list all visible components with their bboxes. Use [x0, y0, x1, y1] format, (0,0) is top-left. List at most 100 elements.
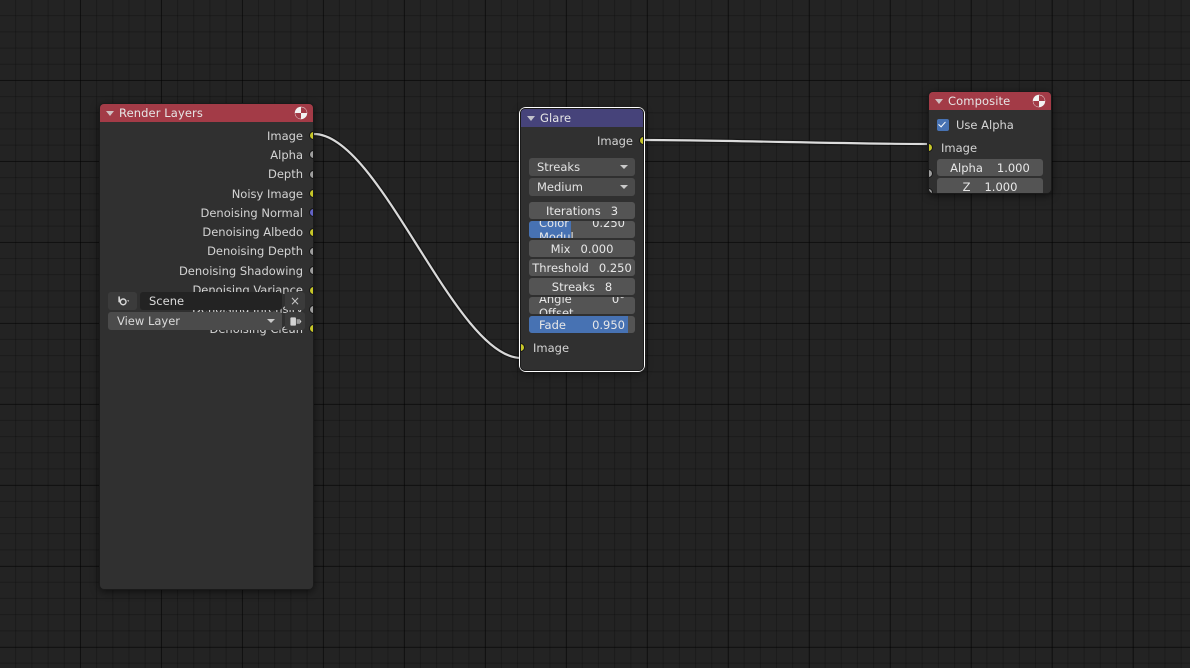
quality-dropdown[interactable]: Medium — [529, 178, 635, 197]
dropdown-value: Medium — [537, 180, 583, 195]
slider-name: Iterations — [545, 203, 601, 218]
slider-name: Fade — [539, 317, 566, 332]
collapse-triangle-icon[interactable] — [106, 110, 114, 116]
node-glare-body: Image Streaks Medium Iterations 3 Color Mod… — [521, 127, 643, 358]
slider-labels: Fade 0.950 — [529, 318, 635, 332]
socket-label: Denoising Albedo — [202, 225, 303, 240]
node-composite-body: Use Alpha Image Alpha 1.000 Z 1.000 — [929, 110, 1051, 194]
slider-labels: Color Modul 0.250 — [529, 221, 635, 238]
slider-threshold[interactable]: Threshold 0.250 — [529, 259, 635, 277]
glare-property-list: Iterations 3 Color Modul 0.250 Mix 0.000 Thres… — [521, 202, 643, 334]
socket-denoising-intensity[interactable] — [309, 304, 313, 314]
node-render-layers-header[interactable]: Render Layers — [100, 104, 313, 122]
glare-output-list: Image — [521, 131, 643, 150]
socket-denoising-shadowing[interactable] — [309, 266, 313, 276]
output-socket-row: Denoising Albedo — [100, 222, 313, 241]
socket-composite-image-in[interactable] — [929, 143, 933, 152]
use-alpha-checkbox[interactable] — [937, 119, 949, 131]
slider-labels: Streaks 8 — [529, 280, 635, 294]
socket-label: Denoising Depth — [207, 244, 303, 259]
node-glare-title: Glare — [540, 111, 572, 125]
slider-value: 0.250 — [592, 221, 625, 230]
socket-composite-z-in[interactable] — [929, 188, 933, 193]
slider-value: 0.250 — [598, 260, 632, 275]
glare-dropdown-list: Streaks Medium — [521, 158, 643, 197]
output-socket-row: Depth — [100, 165, 313, 184]
socket-denoising-variance[interactable] — [309, 285, 313, 295]
node-glare-header[interactable]: Glare — [521, 109, 643, 127]
input-value-row: Alpha 1.000 — [929, 159, 1051, 178]
field-value: 1.000 — [996, 160, 1030, 175]
socket-image[interactable] — [309, 131, 313, 141]
close-icon: × — [289, 294, 301, 309]
node-composite-header[interactable]: Composite — [929, 92, 1051, 110]
input-socket-row: Image — [521, 338, 643, 357]
socket-label: Image — [596, 133, 633, 148]
field-z[interactable]: Z 1.000 — [937, 178, 1043, 194]
node-editor-canvas[interactable]: Render Layers Image Alpha Depth Noisy Image… — [0, 0, 1190, 668]
output-socket-row: Noisy Image — [100, 184, 313, 203]
slider-angle-offset[interactable]: Angle Offset 0° — [529, 297, 635, 315]
socket-denoising-clean[interactable] — [309, 324, 313, 334]
slider-value: 0.950 — [592, 317, 625, 332]
slider-streaks[interactable]: Streaks 8 — [529, 278, 635, 296]
collapse-triangle-icon[interactable] — [935, 98, 943, 104]
socket-alpha[interactable] — [309, 150, 313, 160]
field-labels: Alpha 1.000 — [937, 161, 1043, 175]
socket-denoising-albedo[interactable] — [309, 227, 313, 237]
use-alpha-row[interactable]: Use Alpha — [937, 116, 1043, 134]
socket-denoising-normal[interactable] — [309, 208, 313, 218]
slider-labels: Iterations 3 — [529, 204, 635, 218]
socket-glare-image-in[interactable] — [521, 343, 525, 353]
slider-labels: Threshold 0.250 — [529, 261, 635, 275]
slider-value: 0° — [611, 297, 625, 306]
socket-label: Depth — [267, 167, 303, 182]
socket-glare-image-out[interactable] — [639, 136, 643, 146]
view-layer-row[interactable]: View Layer — [108, 312, 305, 331]
slider-iterations[interactable]: Iterations 3 — [529, 202, 635, 220]
scene-clear-button[interactable]: × — [285, 292, 305, 311]
view-layer-value: View Layer — [117, 314, 181, 329]
node-render-layers-title: Render Layers — [119, 106, 203, 120]
chevron-down-icon — [620, 185, 628, 190]
scene-selector-row[interactable]: Scene × — [108, 292, 305, 311]
chevron-down-icon — [620, 165, 628, 170]
composite-icon — [1032, 94, 1046, 108]
field-value: 1.000 — [984, 179, 1018, 194]
slider-fade[interactable]: Fade 0.950 — [529, 316, 635, 334]
socket-noisy-image[interactable] — [309, 189, 313, 199]
slider-value: 0.000 — [580, 241, 614, 256]
node-glare[interactable]: Glare Image Streaks Medium Iterations 3 Col… — [520, 108, 644, 371]
output-socket-row: Denoising Depth — [100, 242, 313, 261]
socket-label: Image — [941, 140, 978, 155]
socket-label: Denoising Normal — [200, 205, 304, 220]
link-glare-to-composite — [643, 137, 928, 147]
socket-denoising-depth[interactable] — [309, 246, 313, 256]
scene-icon-button[interactable] — [108, 292, 137, 311]
render-layers-bottom-controls: Scene × View Layer — [100, 290, 313, 332]
node-render-layers[interactable]: Render Layers Image Alpha Depth Noisy Image… — [99, 103, 314, 590]
slider-mix[interactable]: Mix 0.000 — [529, 240, 635, 258]
socket-label: Alpha — [270, 147, 303, 162]
slider-name: Streaks — [551, 279, 595, 294]
glare-type-dropdown[interactable]: Streaks — [529, 158, 635, 177]
field-name: Alpha — [950, 160, 983, 175]
field-alpha[interactable]: Alpha 1.000 — [937, 159, 1043, 176]
socket-label: Image — [533, 340, 570, 355]
slider-name: Angle Offset — [539, 297, 574, 315]
socket-label: Noisy Image — [231, 186, 303, 201]
dropdown-value: Streaks — [537, 160, 581, 175]
field-labels: Z 1.000 — [937, 180, 1043, 194]
input-socket-row: Image — [929, 138, 1051, 157]
collapse-triangle-icon[interactable] — [527, 115, 535, 121]
socket-depth[interactable] — [309, 169, 313, 179]
new-view-layer-button[interactable] — [285, 312, 305, 331]
scene-name-field[interactable]: Scene — [140, 292, 282, 311]
output-socket-row: Image — [521, 131, 643, 150]
slider-color-modulation[interactable]: Color Modul 0.250 — [529, 221, 635, 239]
view-layer-dropdown[interactable]: View Layer — [108, 312, 282, 331]
node-composite[interactable]: Composite Use Alpha Image Alpha 1.000 Z 1.00… — [928, 91, 1052, 194]
field-name: Z — [962, 179, 971, 194]
socket-composite-alpha-in[interactable] — [929, 169, 933, 178]
output-socket-row: Denoising Shadowing — [100, 261, 313, 280]
